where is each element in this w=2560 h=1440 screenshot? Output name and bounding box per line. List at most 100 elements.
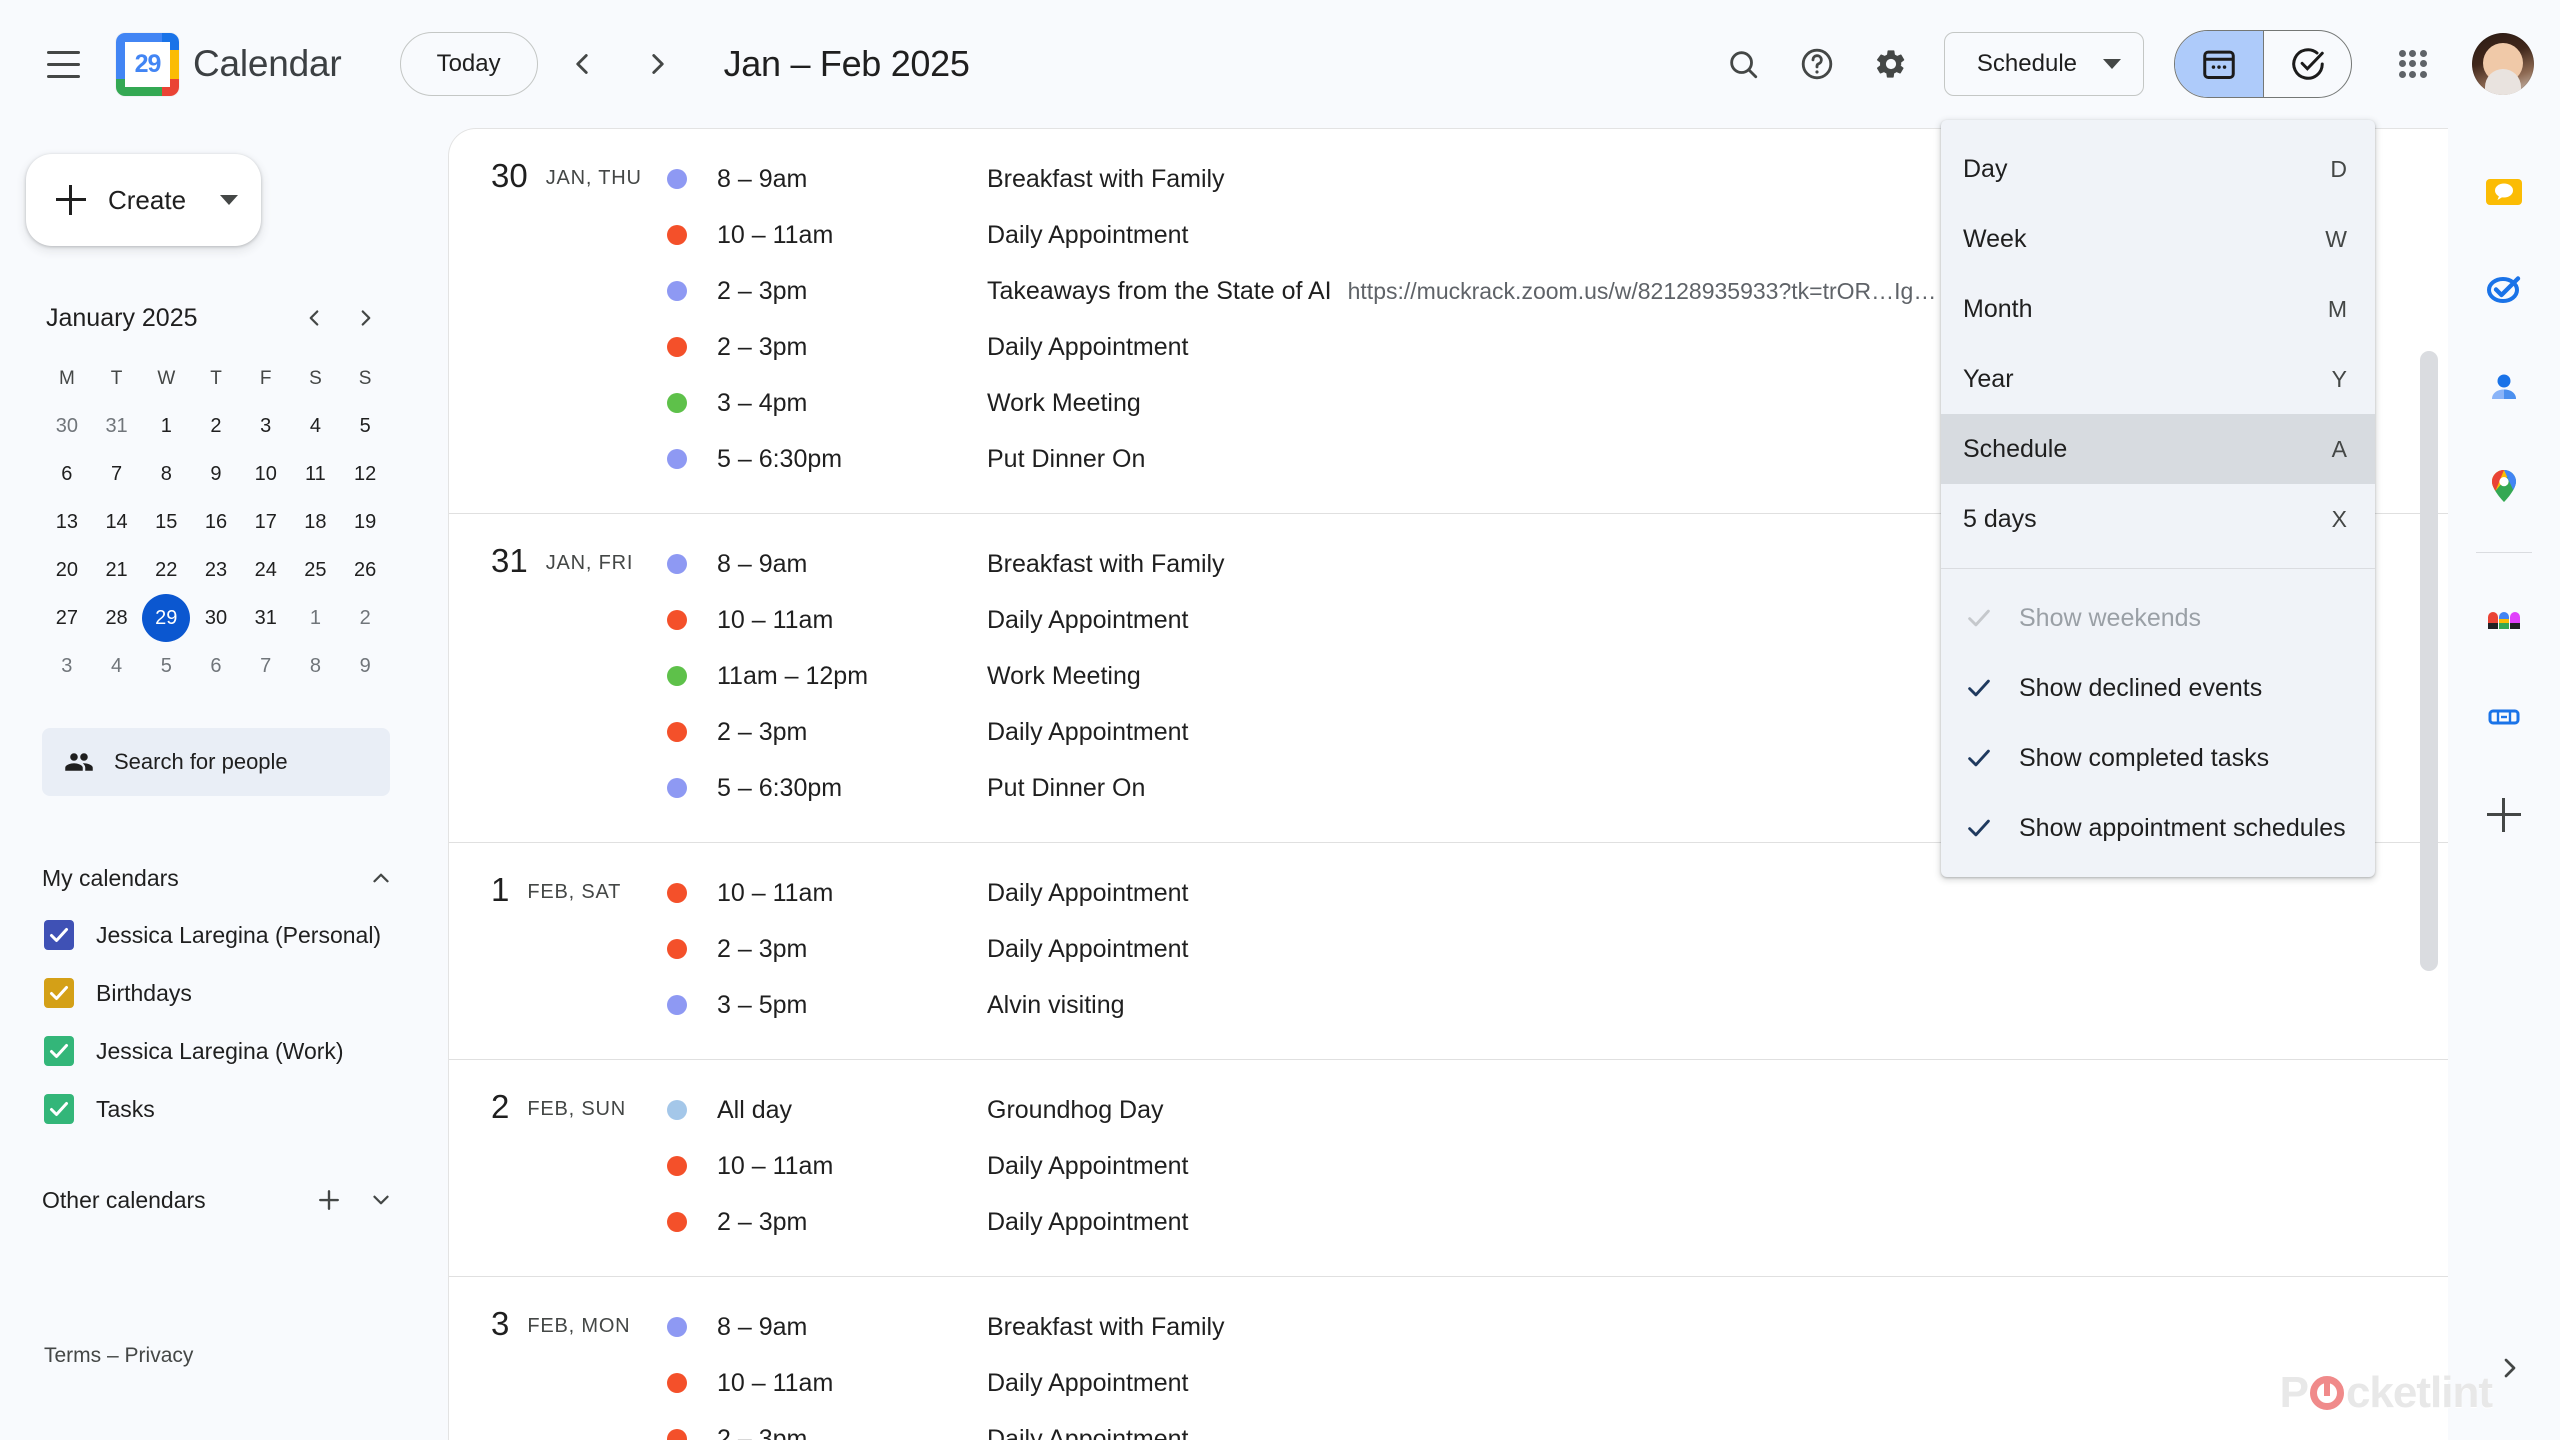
help-circle-icon[interactable] <box>1780 27 1854 101</box>
vertical-scrollbar[interactable] <box>2420 351 2438 971</box>
calendar-list-item[interactable]: Jessica Laregina (Work) <box>42 1022 404 1080</box>
view-menu-item-week[interactable]: Week W <box>1941 204 2375 274</box>
mini-calendar-day[interactable]: 7 <box>93 450 141 498</box>
schedule-event-row[interactable]: 8 – 9am Breakfast with Family <box>667 1299 2448 1355</box>
schedule-event-row[interactable]: 10 – 11am Daily Appointment <box>667 1138 2448 1194</box>
mini-calendar-day[interactable]: 9 <box>192 450 240 498</box>
maps-icon[interactable] <box>2466 448 2542 524</box>
view-menu-toggle-show-appointment-schedules[interactable]: Show appointment schedules <box>1941 793 2375 863</box>
chevron-down-icon[interactable] <box>358 1177 404 1223</box>
terms-link[interactable]: Terms <box>44 1344 101 1367</box>
chevron-up-icon[interactable] <box>358 855 404 901</box>
calendar-list-item[interactable]: Jessica Laregina (Personal) <box>42 906 404 964</box>
calendar-checkbox[interactable] <box>44 978 74 1008</box>
mini-next-month-icon[interactable] <box>342 294 390 342</box>
mini-calendar-day[interactable]: 18 <box>291 498 339 546</box>
calendar-checkbox[interactable] <box>44 920 74 950</box>
tasks-mode-button[interactable] <box>2263 31 2351 97</box>
mini-calendar-day[interactable]: 30 <box>192 594 240 642</box>
calendar-list-item[interactable]: Birthdays <box>42 964 404 1022</box>
mini-calendar-day[interactable]: 7 <box>242 642 290 690</box>
mini-calendar-day[interactable]: 4 <box>93 642 141 690</box>
hamburger-icon[interactable] <box>24 25 102 103</box>
schedule-event-row[interactable]: 2 – 3pm Daily Appointment <box>667 1194 2448 1250</box>
mini-calendar-day[interactable]: 23 <box>192 546 240 594</box>
keep-icon[interactable] <box>2466 154 2542 230</box>
mini-calendar-day[interactable]: 1 <box>142 402 190 450</box>
add-addon-icon[interactable] <box>2466 777 2542 853</box>
mini-calendar-day[interactable]: 3 <box>43 642 91 690</box>
view-menu-item-5-days[interactable]: 5 days X <box>1941 484 2375 554</box>
mini-calendar-day[interactable]: 3 <box>242 402 290 450</box>
view-selector-button[interactable]: Schedule <box>1943 32 2144 96</box>
mini-calendar-day[interactable]: 5 <box>142 642 190 690</box>
search-for-people-input[interactable]: Search for people <box>42 728 390 796</box>
mini-calendar-day[interactable]: 19 <box>341 498 389 546</box>
addon-link-icon[interactable] <box>2466 679 2542 755</box>
mini-calendar-day[interactable]: 12 <box>341 450 389 498</box>
mini-calendar-day[interactable]: 10 <box>242 450 290 498</box>
mini-calendar-day[interactable]: 5 <box>341 402 389 450</box>
mini-calendar-day[interactable]: 28 <box>93 594 141 642</box>
other-calendars-header[interactable]: Other calendars <box>42 1172 404 1228</box>
mini-calendar-day[interactable]: 21 <box>93 546 141 594</box>
search-icon[interactable] <box>1706 27 1780 101</box>
calendar-mode-button[interactable] <box>2175 31 2263 97</box>
view-menu-item-year[interactable]: Year Y <box>1941 344 2375 414</box>
mini-calendar-day[interactable]: 2 <box>192 402 240 450</box>
view-menu-toggle-show-declined-events[interactable]: Show declined events <box>1941 653 2375 723</box>
schedule-event-row[interactable]: All day Groundhog Day <box>667 1082 2448 1138</box>
calendar-checkbox[interactable] <box>44 1094 74 1124</box>
schedule-event-row[interactable]: 2 – 3pm Daily Appointment <box>667 1411 2448 1440</box>
apps-grid-icon[interactable] <box>2376 27 2450 101</box>
my-calendars-header[interactable]: My calendars <box>42 850 404 906</box>
mini-calendar-day[interactable]: 4 <box>291 402 339 450</box>
calendar-checkbox[interactable] <box>44 1036 74 1066</box>
view-menu-item-month[interactable]: Month M <box>1941 274 2375 344</box>
mini-calendar-day[interactable]: 17 <box>242 498 290 546</box>
mini-calendar-day[interactable]: 20 <box>43 546 91 594</box>
contacts-icon[interactable] <box>2466 350 2542 426</box>
mini-calendar-day[interactable]: 2 <box>341 594 389 642</box>
mini-calendar-day[interactable]: 13 <box>43 498 91 546</box>
tasks-icon[interactable] <box>2466 252 2542 328</box>
mini-calendar-day[interactable]: 8 <box>291 642 339 690</box>
mini-calendar-day[interactable]: 8 <box>142 450 190 498</box>
mini-calendar-day[interactable]: 24 <box>242 546 290 594</box>
mini-calendar-day[interactable]: 26 <box>341 546 389 594</box>
chevron-left-icon[interactable] <box>550 32 614 96</box>
mini-calendar-day[interactable]: 9 <box>341 642 389 690</box>
addon-marketplace-icon[interactable] <box>2466 581 2542 657</box>
mini-calendar-day[interactable]: 1 <box>291 594 339 642</box>
schedule-event-row[interactable]: 10 – 11am Daily Appointment <box>667 1355 2448 1411</box>
mini-calendar-day[interactable]: 16 <box>192 498 240 546</box>
view-menu-item-day[interactable]: Day D <box>1941 134 2375 204</box>
view-menu-toggle-show-completed-tasks[interactable]: Show completed tasks <box>1941 723 2375 793</box>
mini-calendar-day[interactable]: 27 <box>43 594 91 642</box>
schedule-event-row[interactable]: 3 – 5pm Alvin visiting <box>667 977 2448 1033</box>
add-other-calendar-icon[interactable] <box>306 1177 352 1223</box>
calendar-list-item[interactable]: Tasks <box>42 1080 404 1138</box>
mini-calendar-day[interactable]: 31 <box>93 402 141 450</box>
event-location-link[interactable]: https://muckrack.zoom.us/w/82128935933?t… <box>1348 278 1937 305</box>
mini-calendar-day[interactable]: 11 <box>291 450 339 498</box>
mini-calendar-day[interactable]: 30 <box>43 402 91 450</box>
schedule-event-row[interactable]: 2 – 3pm Daily Appointment <box>667 921 2448 977</box>
mini-calendar-day[interactable]: 6 <box>43 450 91 498</box>
mini-calendar-day[interactable]: 15 <box>142 498 190 546</box>
mini-calendar-day[interactable]: 22 <box>142 546 190 594</box>
create-button[interactable]: Create <box>26 154 261 246</box>
mini-calendar-day[interactable]: 25 <box>291 546 339 594</box>
mini-calendar-day[interactable]: 6 <box>192 642 240 690</box>
mini-calendar-day[interactable]: 14 <box>93 498 141 546</box>
today-button[interactable]: Today <box>399 32 538 96</box>
privacy-link[interactable]: Privacy <box>125 1344 194 1367</box>
avatar[interactable] <box>2472 33 2534 95</box>
calendar-brand[interactable]: 29 Calendar <box>116 32 342 96</box>
mini-calendar-day[interactable]: 31 <box>242 594 290 642</box>
mini-prev-month-icon[interactable] <box>290 294 338 342</box>
gear-icon[interactable] <box>1854 27 1928 101</box>
view-menu-item-schedule[interactable]: Schedule A <box>1941 414 2375 484</box>
chevron-right-icon[interactable] <box>626 32 690 96</box>
mini-calendar-day-today[interactable]: 29 <box>142 594 191 642</box>
